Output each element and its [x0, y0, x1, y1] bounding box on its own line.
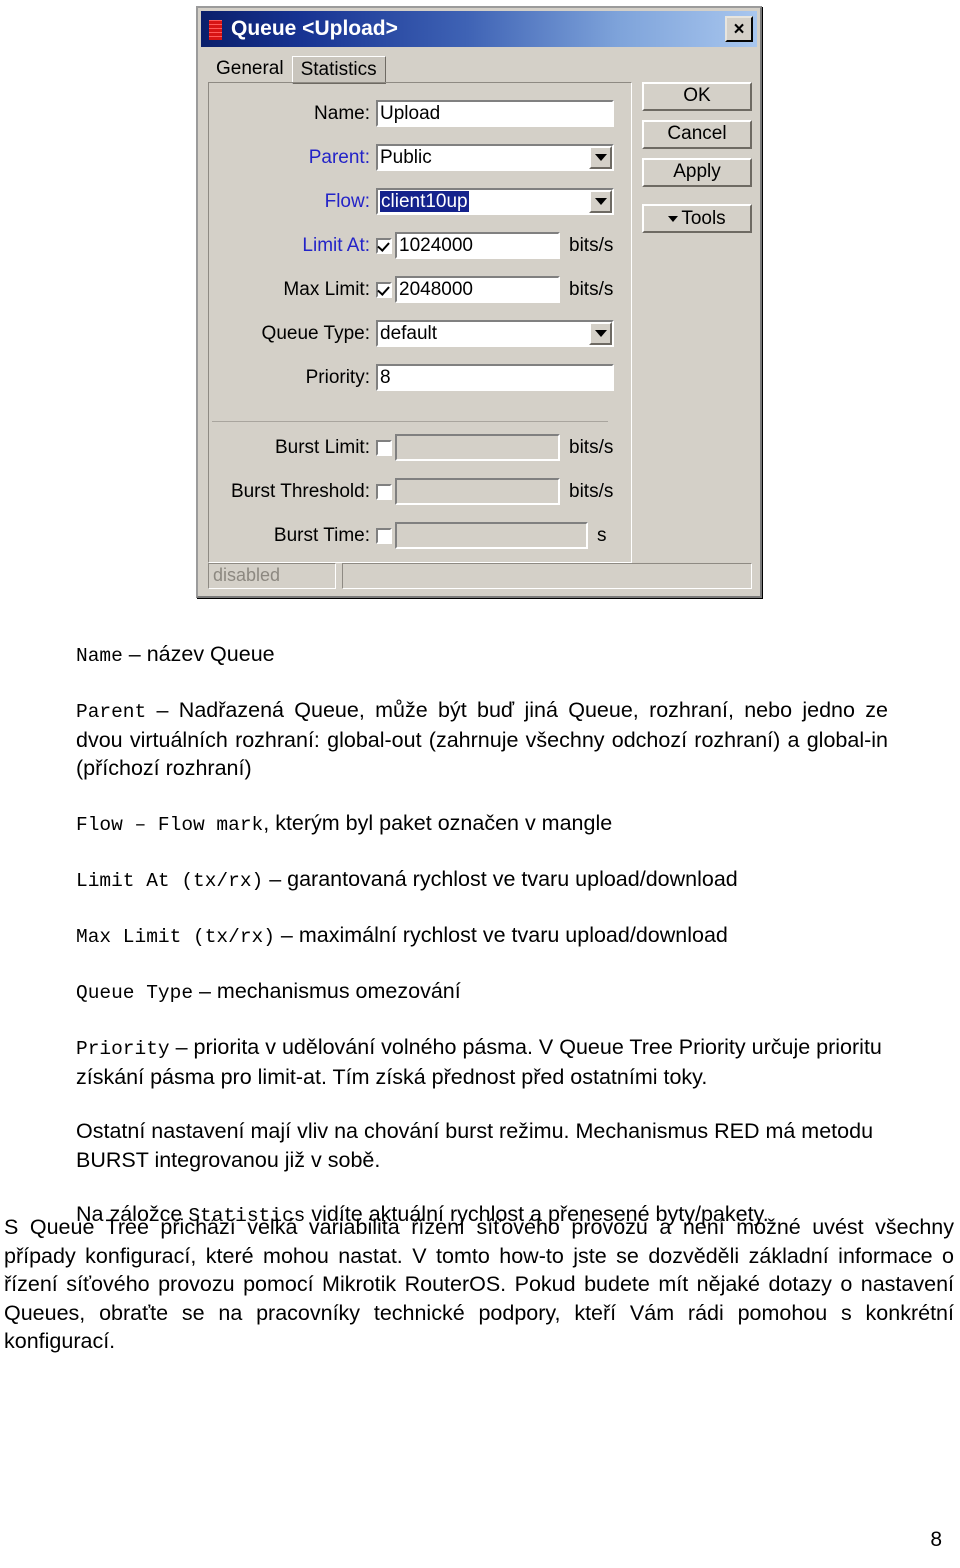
max-limit-unit: bits/s — [569, 278, 614, 300]
burst-threshold-input[interactable] — [395, 478, 560, 505]
flow-value: client10up — [380, 191, 469, 212]
section-divider — [212, 421, 608, 422]
dialog-statusbar: disabled — [208, 563, 752, 589]
priority-label: Priority: — [305, 366, 370, 388]
priority-input[interactable]: 8 — [376, 364, 614, 391]
paragraph-name: Name – název Queue — [76, 640, 888, 670]
field-row-burst-threshold: Burst Threshold: bits/s — [208, 478, 638, 505]
desc-name: – název Queue — [122, 642, 275, 666]
limit-at-label[interactable]: Limit At: — [220, 235, 376, 257]
term-priority: Priority — [76, 1037, 170, 1060]
term-name: Name — [76, 645, 123, 667]
burst-time-checkbox[interactable] — [376, 527, 392, 544]
desc-parent: – Nadřazená Queue, může být buď jiná Que… — [76, 697, 888, 781]
dash-flow: – — [122, 814, 158, 837]
cancel-button[interactable]: Cancel — [642, 120, 752, 149]
name-label: Name: — [314, 102, 370, 124]
field-row-queue-type: Queue Type: default — [220, 320, 620, 347]
queue-type-label: Queue Type: — [261, 322, 370, 344]
queue-stack-icon — [209, 19, 222, 40]
tab-general[interactable]: General — [208, 56, 292, 84]
desc-burst-note: Ostatní nastavení mají vliv na chování b… — [76, 1119, 874, 1172]
term-parent: Parent — [76, 700, 147, 723]
max-limit-input[interactable]: 2048000 — [395, 276, 560, 303]
triangle-down-icon — [668, 215, 679, 222]
dialog-button-column: OK Cancel Apply Tools — [642, 82, 752, 242]
desc-flow: , kterým byl paket označen v mangle — [263, 811, 613, 836]
term-max-limit: Max Limit (tx/rx) — [76, 925, 275, 948]
queue-type-value: default — [380, 323, 438, 344]
closing-paragraph: S Queue Tree přichází velká variabilita … — [4, 1215, 954, 1354]
paragraph-priority: Priority – priorita v udělování volného … — [76, 1033, 888, 1092]
tools-button[interactable]: Tools — [642, 204, 752, 233]
burst-limit-unit: bits/s — [569, 436, 614, 458]
flow-combobox[interactable]: client10up — [376, 188, 614, 215]
max-limit-checkbox[interactable] — [376, 281, 392, 298]
term-flow: Flow — [76, 814, 123, 837]
desc-max-limit: – maximální rychlost ve tvaru upload/dow… — [274, 922, 728, 947]
dialog-title: Queue <Upload> — [231, 17, 398, 40]
queue-type-combobox[interactable]: default — [376, 320, 614, 347]
status-badge: disabled — [208, 563, 336, 589]
desc-queue-type: – mechanismus omezování — [193, 978, 461, 1003]
field-row-max-limit: Max Limit: 2048000 bits/s — [220, 276, 640, 303]
limit-at-checkbox[interactable] — [376, 237, 392, 254]
parent-label[interactable]: Parent: — [220, 147, 376, 169]
field-row-priority: Priority: 8 — [220, 364, 620, 391]
paragraph-queue-type: Queue Type – mechanismus omezování — [76, 977, 888, 1007]
term-limit-at: Limit At (tx/rx) — [76, 869, 264, 892]
paragraph-max-limit: Max Limit (tx/rx) – maximální rychlost v… — [76, 921, 888, 951]
paragraph-parent: Parent – Nadřazená Queue, může být buď j… — [76, 696, 888, 783]
max-limit-label: Max Limit: — [283, 278, 370, 300]
ok-button[interactable]: OK — [642, 82, 752, 111]
parent-combobox[interactable]: Public — [376, 144, 614, 171]
tools-button-label: Tools — [681, 207, 726, 229]
burst-limit-label: Burst Limit: — [274, 436, 370, 458]
parent-value: Public — [380, 147, 432, 168]
field-row-name: Name: Upload — [220, 100, 620, 127]
chevron-down-icon[interactable] — [589, 190, 612, 213]
burst-time-unit: s — [597, 524, 607, 546]
field-row-burst-time: Burst Time: s — [208, 522, 638, 549]
dialog-titlebar[interactable]: Queue <Upload> × — [201, 11, 757, 47]
limit-at-input[interactable]: 1024000 — [395, 232, 560, 259]
term-flow-mark: Flow mark — [157, 814, 264, 837]
limit-at-unit: bits/s — [569, 234, 614, 256]
chevron-down-icon[interactable] — [589, 322, 612, 345]
burst-threshold-label: Burst Threshold: — [230, 480, 370, 502]
page-number: 8 — [930, 1528, 942, 1551]
field-row-limit-at: Limit At: 1024000 bits/s — [220, 232, 640, 259]
flow-label[interactable]: Flow: — [220, 191, 376, 213]
burst-limit-checkbox[interactable] — [376, 439, 392, 456]
burst-threshold-unit: bits/s — [569, 480, 614, 502]
paragraph-flow: Flow – Flow mark, kterým byl paket označ… — [76, 809, 888, 839]
desc-limit-at: – garantovaná rychlost ve tvaru upload/d… — [263, 866, 738, 891]
flow-value-wrap: client10up — [378, 190, 589, 213]
queue-dialog-window: Queue <Upload> × General Statistics Name… — [196, 6, 762, 598]
desc-priority: – priorita v udělování volného pásma. V … — [76, 1034, 882, 1089]
tab-statistics[interactable]: Statistics — [291, 56, 386, 84]
field-row-parent: Parent: Public — [220, 144, 620, 171]
document-body: Name – název Queue Parent – Nadřazená Qu… — [76, 640, 888, 1256]
status-message — [342, 563, 752, 589]
term-queue-type: Queue Type — [76, 981, 194, 1004]
field-row-burst-limit: Burst Limit: bits/s — [208, 434, 638, 461]
apply-button[interactable]: Apply — [642, 158, 752, 187]
burst-time-input[interactable] — [395, 522, 588, 549]
close-icon[interactable]: × — [725, 16, 753, 42]
burst-limit-input[interactable] — [395, 434, 560, 461]
paragraph-burst-note: Ostatní nastavení mají vliv na chování b… — [76, 1117, 888, 1174]
burst-time-label: Burst Time: — [273, 524, 370, 546]
name-input[interactable]: Upload — [376, 100, 614, 127]
burst-threshold-checkbox[interactable] — [376, 483, 392, 500]
paragraph-limit-at: Limit At (tx/rx) – garantovaná rychlost … — [76, 865, 888, 895]
field-row-flow: Flow: client10up — [220, 188, 620, 215]
dialog-tabs: General Statistics — [208, 56, 386, 84]
chevron-down-icon[interactable] — [589, 146, 612, 169]
